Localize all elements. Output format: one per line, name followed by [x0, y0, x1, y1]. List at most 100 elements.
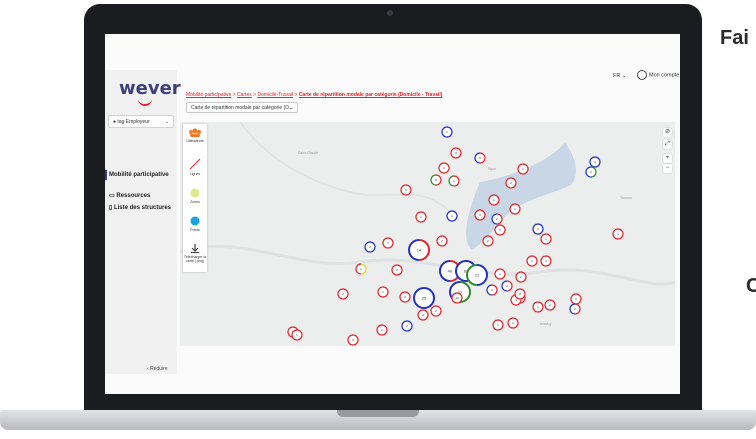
map-marker[interactable]: 2	[337, 288, 349, 300]
map-canvas[interactable]: 1312211232131123231211214232124063211222…	[180, 122, 675, 346]
map-marker[interactable]: 1	[446, 210, 458, 222]
tool-points[interactable]: Points	[183, 216, 207, 232]
sidebar-item-ressources[interactable]: ▭ Ressources	[109, 192, 150, 199]
map-marker[interactable]: 1	[488, 194, 500, 206]
map-marker[interactable]: 3	[450, 147, 462, 159]
sidebar-item-structures[interactable]: ▯ Liste des structures	[109, 204, 171, 211]
map-marker[interactable]: 1	[612, 228, 624, 240]
map-marker[interactable]: 1	[494, 268, 506, 280]
map-marker[interactable]: 1	[492, 319, 504, 331]
map-marker[interactable]: 10	[451, 292, 463, 304]
map-marker[interactable]: 2	[501, 280, 513, 292]
language-select[interactable]: FR ⌄	[613, 73, 626, 79]
bottom-strip	[105, 374, 680, 394]
app-screen: wever ● tag Employeur ⌄ Mobilité partici…	[105, 34, 680, 394]
map-marker[interactable]: 1	[509, 203, 521, 215]
map-marker[interactable]: 1	[526, 255, 538, 267]
map-marker[interactable]: 2	[376, 324, 388, 336]
tool-lines[interactable]: Lignes	[183, 158, 207, 176]
map-marker[interactable]: 1	[291, 329, 303, 341]
map-marker[interactable]: 3	[540, 255, 552, 267]
map-marker[interactable]: 3	[347, 334, 359, 346]
map-marker[interactable]: 1	[474, 152, 486, 164]
map-marker[interactable]: 2	[585, 166, 597, 178]
map-marker[interactable]: 1	[448, 175, 460, 187]
map-marker[interactable]: 1	[355, 263, 367, 275]
account-label: Mon compte	[649, 72, 680, 79]
map-control-button[interactable]: ⊘	[663, 128, 672, 137]
breadcrumb-link[interactable]: Mobilité participative	[186, 92, 231, 98]
tool-label: Utilisateurs	[186, 139, 204, 143]
map-marker[interactable]: 2	[364, 241, 376, 253]
map-marker[interactable]: 2	[491, 213, 503, 225]
tool-users[interactable]: Utilisateurs	[183, 128, 207, 143]
breadcrumb-link[interactable]: Domicile-Travail	[257, 92, 293, 98]
wever-logo[interactable]: wever	[119, 78, 181, 99]
map-marker[interactable]: 1	[570, 293, 582, 305]
logo-smile-icon	[138, 98, 152, 106]
map-marker[interactable]: 2	[430, 305, 442, 317]
map-marker[interactable]: 2	[544, 299, 556, 311]
map-type-select-value: Carte de répartition modale par catégori…	[191, 105, 293, 111]
map-marker[interactable]: 2	[482, 235, 494, 247]
map-marker[interactable]: 1	[441, 126, 453, 138]
map-marker[interactable]: 1	[540, 233, 552, 245]
fullscreen-button[interactable]: ⤢	[663, 140, 672, 149]
chevron-down-icon: ⌄	[621, 73, 627, 79]
profile-select[interactable]: ● tag Employeur ⌄	[108, 115, 174, 128]
download-icon	[191, 244, 199, 253]
side-text-bottom: C	[746, 275, 756, 297]
account-button[interactable]: Mon compte	[637, 70, 679, 80]
map-marker[interactable]: 1	[377, 286, 389, 298]
map-marker[interactable]: 2	[505, 177, 517, 189]
map-marker[interactable]: 1	[507, 317, 519, 329]
sidebar-item-mobilite[interactable]: Mobilité participative	[109, 172, 169, 178]
tool-download[interactable]: Télécharger la carte (.png)	[183, 244, 207, 263]
map-marker[interactable]: 3	[382, 237, 394, 249]
map-marker[interactable]: 2	[494, 224, 506, 236]
map-marker[interactable]: 3	[589, 156, 601, 168]
tool-label: Lignes	[189, 172, 201, 176]
map-marker[interactable]: 2	[438, 162, 450, 174]
map-marker[interactable]: 3	[399, 291, 411, 303]
zoom-out-button[interactable]: −	[663, 164, 672, 173]
breadcrumb: Mobilité participative > Cartes > Domici…	[186, 92, 442, 98]
profile-select-label: tag Employeur	[117, 119, 150, 125]
line-icon	[189, 158, 201, 170]
laptop-base	[0, 410, 756, 439]
map-marker[interactable]: 25	[413, 287, 435, 309]
marker-count: 21	[475, 272, 480, 277]
map-marker[interactable]: 3	[474, 209, 486, 221]
map-type-select[interactable]: Carte de répartition modale par catégori…	[186, 102, 298, 113]
place-label: Saint-Claude	[298, 151, 319, 155]
map-marker[interactable]: 2	[430, 174, 442, 186]
breadcrumb-link[interactable]: Cartes	[237, 92, 252, 98]
tool-zones[interactable]: Zones	[183, 188, 207, 204]
map-marker[interactable]: 1	[517, 163, 529, 175]
map-marker[interactable]: 1	[532, 301, 544, 313]
place-label: Annecy	[540, 322, 552, 326]
marker-count: 10	[455, 296, 459, 300]
map-marker[interactable]: 2	[417, 309, 429, 321]
zoom-in-button[interactable]: +	[663, 154, 672, 163]
map-marker[interactable]: 21	[466, 264, 488, 286]
tool-label: Télécharger la carte (.png)	[183, 255, 207, 263]
map-marker[interactable]: 1	[415, 211, 427, 223]
map-tool-panel: Utilisateurs Lignes Zones Points Télécha…	[183, 124, 207, 272]
map-marker[interactable]: 2	[436, 235, 448, 247]
reduce-sidebar-button[interactable]: ‹ Réduire	[147, 366, 168, 372]
map-marker[interactable]: 14	[408, 239, 430, 261]
map-marker[interactable]: 3	[532, 223, 544, 235]
place-label: Nyon	[488, 167, 497, 171]
tool-label: Zones	[190, 200, 200, 204]
tool-label: Points	[190, 228, 200, 232]
map-marker[interactable]: 2	[391, 264, 403, 276]
point-icon	[190, 216, 200, 226]
map-marker[interactable]: 2	[486, 284, 498, 296]
map-marker[interactable]: 2	[401, 320, 413, 332]
map-marker[interactable]: 2	[514, 288, 526, 300]
marker-count: 40	[448, 268, 453, 273]
map-marker[interactable]: 2	[515, 271, 527, 283]
map-marker[interactable]: 2	[569, 303, 581, 315]
map-marker[interactable]: 3	[400, 184, 412, 196]
